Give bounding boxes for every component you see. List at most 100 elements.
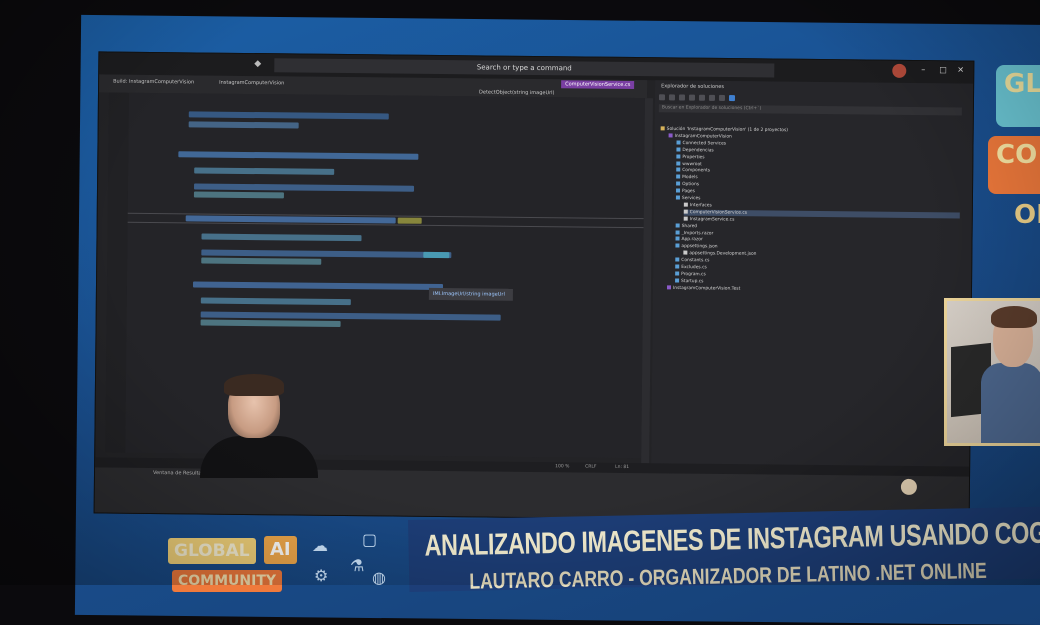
speaker-webcam: [944, 298, 1040, 446]
file-icon: [675, 271, 680, 276]
tree-item-label: InstagramComputerVision.Test: [672, 285, 741, 292]
file-icon: [675, 278, 680, 283]
tree-item-label: Dependencias: [682, 147, 714, 154]
tree-item-label: Services: [681, 196, 701, 202]
forward-icon[interactable]: [668, 94, 676, 101]
solution-tree-item[interactable]: Services: [675, 195, 701, 202]
tree-item-label: InstagramComputerVision: [674, 133, 732, 140]
solution-tree-item[interactable]: InstagramComputerVision.Test: [666, 285, 741, 292]
tree-item-label: Interfaces: [689, 203, 712, 209]
speaker-hair: [991, 306, 1037, 328]
brain-icon: ☁: [312, 536, 328, 555]
solution-tree-item[interactable]: InstagramComputerVision: [668, 133, 732, 140]
solution-tree-item[interactable]: Constants.cs: [675, 257, 709, 264]
file-icon: [675, 188, 681, 193]
brand-badge-community: CO: [988, 136, 1040, 194]
collapse-icon[interactable]: [708, 94, 716, 101]
tree-item-label: appsettings.json: [681, 244, 718, 250]
tree-item-label: Pages: [681, 189, 695, 195]
window-title: Build: InstagramComputerVision: [113, 78, 195, 86]
tab-computer-vision-service[interactable]: ComputerVisionService.cs: [561, 80, 635, 90]
solution-tree-item[interactable]: Components: [676, 167, 711, 174]
file-icon: [676, 160, 681, 166]
tree-item-label: Properties: [682, 154, 705, 160]
solution-tree-item[interactable]: Dependencias: [676, 147, 714, 154]
properties-icon[interactable]: [718, 94, 726, 101]
code-line: [397, 217, 422, 224]
tree-item-label: Solución 'InstagramComputerVision' (1 de…: [666, 126, 789, 134]
solution-tree-item[interactable]: Options: [676, 181, 700, 188]
tree-item-label: Program.cs: [681, 271, 706, 278]
solution-tree-item[interactable]: Shared: [675, 223, 698, 229]
file-icon: [676, 154, 681, 159]
solution-tree-item[interactable]: Models: [676, 174, 698, 181]
solution-tree-item[interactable]: Program.cs: [675, 271, 706, 277]
file-icon: [675, 195, 680, 200]
presenter-body: [200, 436, 318, 478]
tab-project[interactable]: InstagramComputerVision: [219, 80, 284, 87]
file-icon: [676, 140, 681, 145]
file-icon: [666, 285, 672, 290]
tree-item-label: App.razor: [681, 237, 703, 243]
solution-tree-item[interactable]: appsettings.Development.json: [683, 250, 757, 258]
tree-item-label: InstagramService.cs: [689, 216, 735, 223]
tree-item-label: _Imports.razor: [681, 230, 714, 236]
home-icon[interactable]: [678, 94, 686, 101]
command-search-input[interactable]: Search or type a command: [274, 58, 775, 78]
brand-online-text: ON: [1014, 200, 1040, 230]
session-title: ANALIZANDO IMAGENES DE INSTAGRAM USANDO …: [424, 513, 1040, 563]
intellisense-tooltip: IMI.ImageUrl/string imageUrl: [428, 287, 513, 301]
solution-tree-item[interactable]: App.razor: [675, 236, 703, 243]
back-icon[interactable]: [658, 94, 666, 101]
code-line: [423, 251, 450, 259]
zoom-level[interactable]: 100 %: [555, 462, 569, 472]
session-title-banner: ANALIZANDO IMAGENES DE INSTAGRAM USANDO …: [408, 505, 1040, 594]
file-icon: [675, 264, 680, 269]
refresh-icon[interactable]: [698, 94, 706, 101]
solution-tree-item[interactable]: Startup.cs: [675, 278, 703, 284]
user-avatar[interactable]: [892, 63, 907, 78]
visual-studio-icon[interactable]: ◆: [254, 59, 264, 69]
globe-icon: ◍: [372, 568, 386, 587]
solution-tree-item[interactable]: Connected Services: [676, 140, 726, 147]
solution-tree-item[interactable]: _Imports.razor: [675, 229, 714, 236]
global-ai-community-logo: GLOBAL AI COMMUNITY: [168, 532, 308, 592]
tree-item-label: ComputerVisionService.cs: [689, 209, 748, 216]
flask-icon: ⚗: [350, 556, 365, 575]
solution-tree-item[interactable]: Properties: [676, 154, 705, 160]
solution-tree-item[interactable]: Interfaces: [683, 202, 712, 209]
solution-search-input[interactable]: Buscar en Explorador de soluciones (Ctrl…: [658, 104, 962, 116]
tree-item-label: Components: [682, 168, 711, 174]
line-ending[interactable]: CRLF: [585, 463, 596, 473]
file-icon: [683, 202, 688, 207]
solution-toolbar: [658, 92, 799, 103]
sync-icon[interactable]: [688, 94, 696, 101]
cursor-position: Ln: 81: [615, 464, 630, 471]
file-icon: [683, 216, 688, 221]
maximize-icon[interactable]: □: [939, 65, 947, 74]
gear-icon: ⚙: [314, 566, 329, 585]
file-icon: [675, 243, 680, 248]
minimize-icon[interactable]: –: [921, 65, 925, 74]
record-icon[interactable]: [900, 478, 918, 496]
file-icon: [683, 250, 688, 255]
file-icon: [675, 229, 680, 235]
solution-tree-item[interactable]: wwwroot: [676, 160, 702, 167]
tree-item-label: wwwroot: [682, 161, 702, 167]
code-line: [201, 257, 322, 265]
file-icon: [675, 257, 680, 262]
chat-icon: ▢: [362, 530, 378, 549]
logo-community: COMMUNITY: [172, 570, 283, 592]
close-icon[interactable]: ✕: [957, 65, 964, 74]
tree-item-label: Options: [682, 182, 700, 188]
solution-explorer: Explorador de soluciones Buscar en Explo…: [651, 80, 974, 468]
solution-tree-item[interactable]: InstagramService.cs: [683, 216, 735, 223]
solution-tree-item[interactable]: Excludes.cs: [675, 264, 707, 270]
brand-badge-global: GL: [996, 65, 1040, 127]
solution-tree-item[interactable]: Pages: [675, 188, 695, 195]
solution-tree-item[interactable]: appsettings.json: [675, 243, 718, 250]
file-icon: [683, 209, 688, 214]
tree-item-label: appsettings.Development.json: [689, 251, 757, 258]
pin-icon[interactable]: [728, 95, 736, 102]
member-dropdown[interactable]: DetectObject(string imageUrl): [479, 89, 555, 96]
